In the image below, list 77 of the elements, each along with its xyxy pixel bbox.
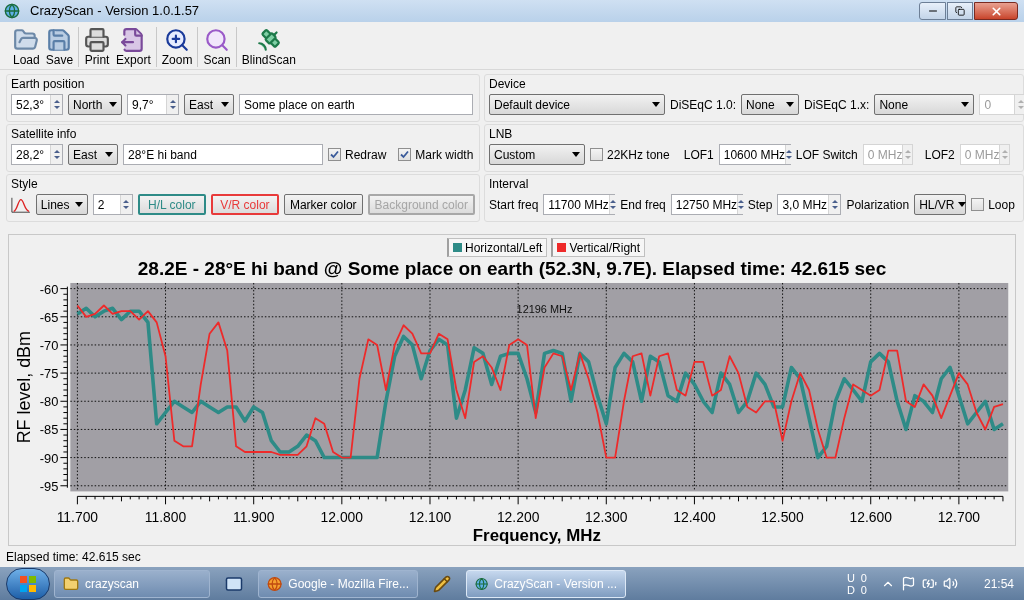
legend-item[interactable]: Vertical/Right — [551, 238, 646, 257]
download-label: D — [846, 583, 855, 596]
checkbox-label: 22KHz tone — [607, 146, 670, 164]
dropdown[interactable]: Default device — [489, 94, 665, 115]
dropdown[interactable]: North — [68, 94, 122, 115]
group-title: Interval — [489, 177, 530, 191]
x-tick-label: 12.300 — [585, 509, 628, 526]
group-title: Style — [11, 177, 39, 191]
chart-title: 28.2E - 28°E hi band @ Some place on earth (52.3N, 9.7E). Elapsed time: 42.615 sec — [137, 257, 887, 281]
toolbar-button[interactable]: Print — [81, 27, 114, 67]
spin-field[interactable]: 52,3° — [11, 94, 63, 115]
field-label: Start freq — [489, 196, 539, 214]
x-tick-label: 11.700 — [56, 509, 99, 526]
dropdown[interactable]: Custom — [489, 144, 585, 165]
field-label: LOF1 — [683, 146, 714, 164]
y-tick-label: -90 — [39, 450, 59, 466]
field-label: LOF Switch — [795, 146, 858, 164]
spin-field[interactable]: 9,7° — [127, 94, 179, 115]
y-tick-label: -95 — [39, 478, 59, 494]
spin-field[interactable]: 10600 MHz — [718, 144, 791, 165]
upload-value: 0 — [860, 571, 867, 584]
field-label: DiSEqC 1.x: — [804, 96, 870, 114]
dropdown[interactable]: East — [68, 144, 118, 165]
toolbar-button[interactable]: Scan — [200, 27, 234, 67]
dropdown[interactable]: HL/VR — [914, 194, 967, 215]
toolbar-button[interactable]: Save — [42, 27, 77, 67]
field-label: End freq — [620, 196, 666, 214]
x-tick-label: 12.500 — [761, 509, 804, 526]
x-tick-label: 11.800 — [144, 509, 187, 526]
status-text: Elapsed time: 42.615 sec — [6, 548, 141, 566]
field-label: Step — [747, 196, 773, 214]
marker-label: 12196 MHz — [516, 302, 573, 315]
group-title: Satellite info — [11, 127, 78, 141]
group-title: Device — [489, 77, 527, 91]
x-tick-label: 12.000 — [320, 509, 364, 526]
download-value: 0 — [860, 583, 867, 596]
y-tick-label: -75 — [39, 366, 59, 382]
window-title: CrazyScan - Version 1.0.1.57 — [30, 2, 200, 21]
y-tick-label: -80 — [39, 394, 59, 410]
field-label: DiSEqC 1.0: — [670, 96, 737, 114]
text-field[interactable]: Some place on earth — [239, 94, 473, 115]
group-title: LNB — [489, 127, 514, 141]
toolbar-button[interactable]: Zoom — [158, 27, 196, 67]
x-tick-label: 12.200 — [496, 509, 540, 526]
legend-item[interactable]: Horizontal/Left — [447, 238, 548, 257]
toolbar-button[interactable]: Load — [10, 27, 43, 67]
y-tick-label: -65 — [39, 309, 59, 325]
checkbox-label: Mark width — [415, 146, 474, 164]
dropdown[interactable]: Lines — [35, 194, 88, 215]
spin-field[interactable]: 12750 MHz — [670, 194, 743, 215]
dropdown[interactable]: None — [741, 94, 800, 115]
y-tick-label: -70 — [39, 337, 59, 353]
toolbar-button[interactable]: Export — [113, 27, 154, 67]
x-axis-title: Frequency, MHz — [472, 526, 601, 545]
y-axis-title: RF level, dBm — [13, 331, 34, 444]
x-tick-label: 12.600 — [849, 509, 892, 526]
y-tick-label: -60 — [39, 281, 59, 297]
dropdown[interactable]: East — [184, 94, 234, 115]
x-tick-label: 12.700 — [937, 509, 981, 526]
x-tick-label: 11.900 — [233, 509, 275, 526]
x-tick-label: 12.400 — [673, 509, 716, 526]
spin-field[interactable]: 28,2° — [11, 144, 63, 165]
toolbar-button[interactable]: BlindScan — [238, 27, 299, 67]
checkbox-label: Loop — [988, 196, 1015, 214]
spin-field[interactable]: 3,0 MHz — [777, 194, 842, 215]
field-label: Polarization — [846, 196, 910, 214]
checkbox-label: Redraw — [345, 146, 387, 164]
field-label: LOF2 — [924, 146, 955, 164]
spin-field[interactable]: 11700 MHz — [543, 194, 616, 215]
dropdown[interactable]: None — [874, 94, 975, 115]
upload-label: U — [846, 571, 855, 584]
text-field[interactable]: 28°E hi band — [123, 144, 323, 165]
group-title: Earth position — [11, 77, 86, 91]
x-tick-label: 12.100 — [408, 509, 452, 526]
spin-field[interactable]: 2 — [92, 194, 133, 215]
y-tick-label: -85 — [39, 422, 59, 438]
color-button[interactable]: Marker color — [283, 194, 363, 215]
